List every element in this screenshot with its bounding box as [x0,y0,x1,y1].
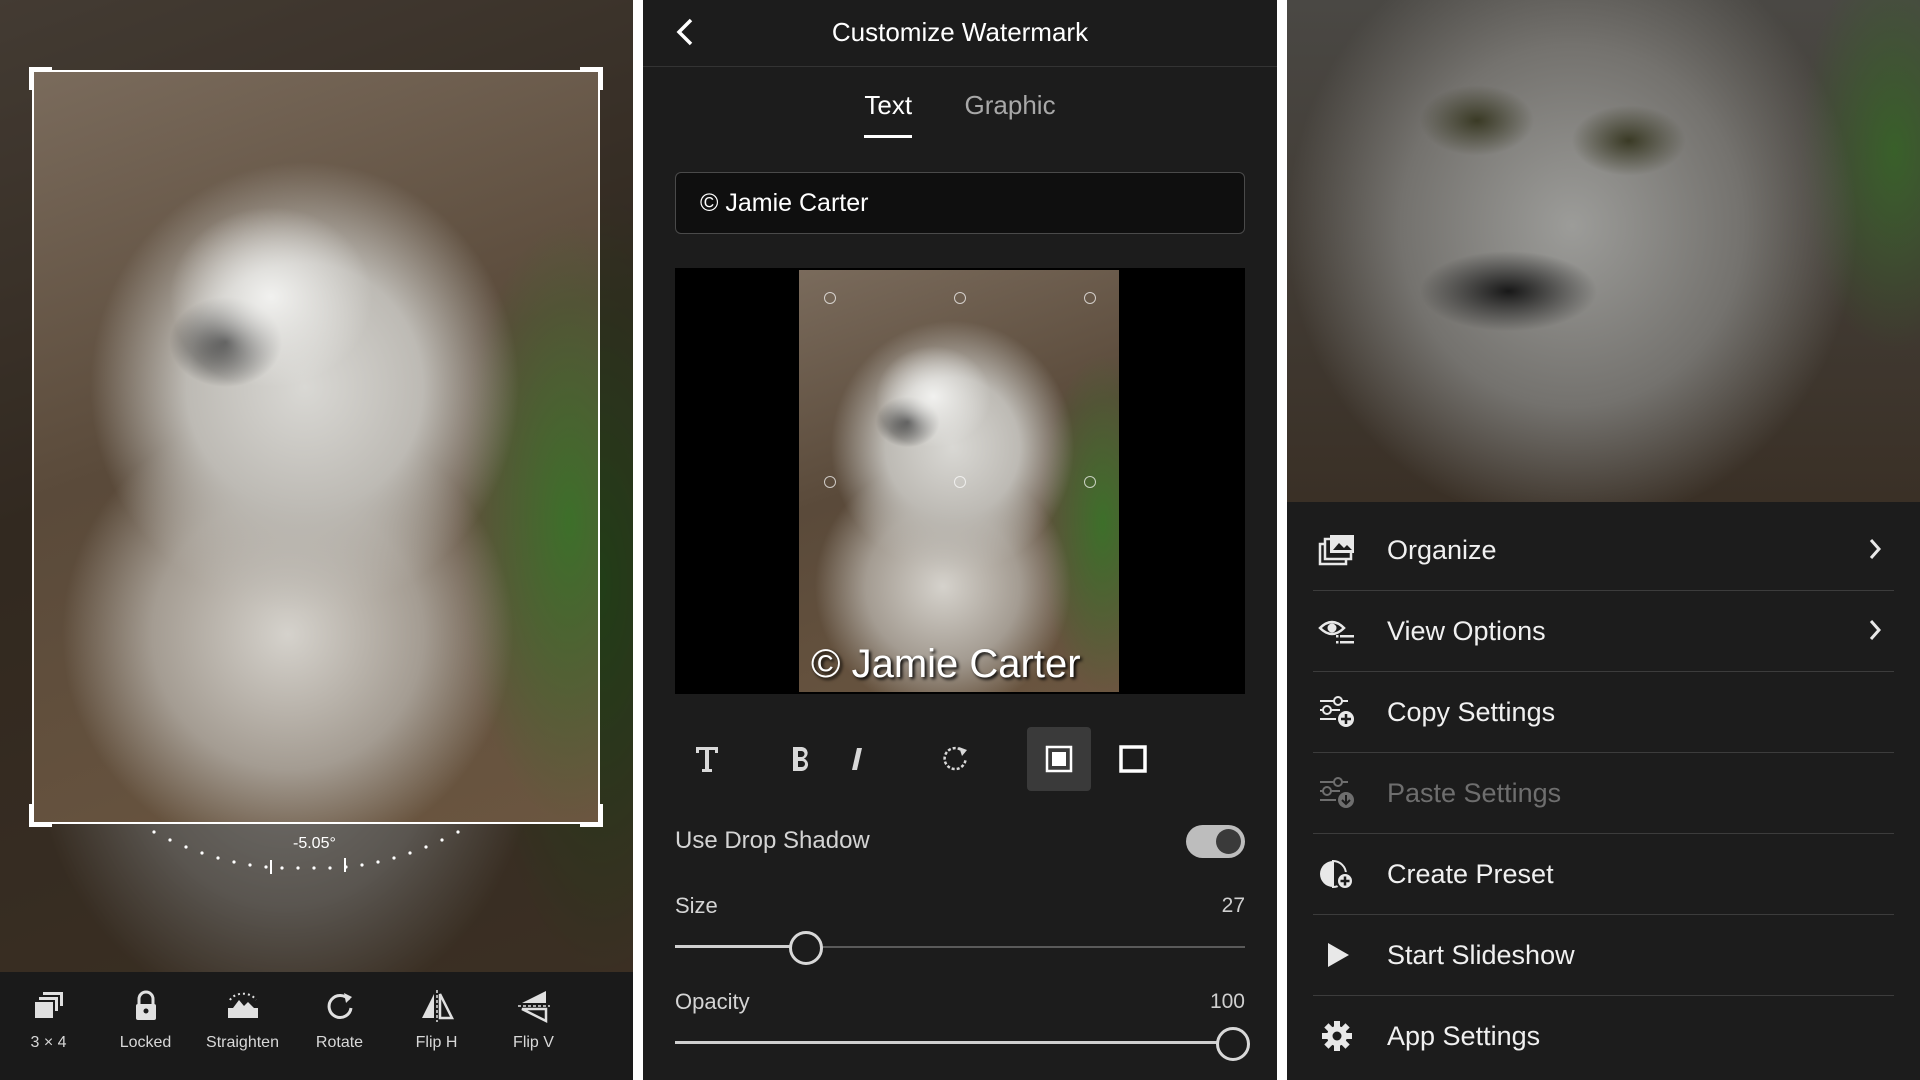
flip-horizontal-button[interactable]: Flip H [388,972,485,1080]
menu-item-label: Organize [1387,534,1497,565]
crop-toolbar: 3 × 4 Locked Straighten Rotate Flip H Fl… [0,972,633,1080]
crop-handle-bottom-right[interactable] [580,804,603,827]
rotate-button[interactable]: Rotate [291,972,388,1080]
format-toolbar [675,727,1245,793]
play-icon [1317,935,1357,975]
angle-readout: -5.05° [293,835,336,852]
menu-item-label: Create Preset [1387,858,1554,889]
lock-button[interactable]: Locked [97,972,194,1080]
slider-thumb[interactable] [1216,1027,1250,1061]
menu-item-create-preset[interactable]: Create Preset [1313,834,1894,915]
opacity-slider[interactable] [675,1023,1250,1063]
tool-label: Rotate [315,1034,364,1051]
position-handle[interactable] [954,476,966,488]
watermark-text-input[interactable] [675,172,1245,234]
tool-label: Locked [119,1034,172,1051]
bold-icon [793,747,809,771]
italic-button[interactable] [825,727,889,791]
text-style-button[interactable] [675,727,739,791]
menu-item-app-settings[interactable]: App Settings [1313,996,1894,1076]
header: Customize Watermark [643,0,1277,67]
menu-item-label: App Settings [1387,1020,1541,1051]
tab-bar: Text Graphic [643,90,1277,138]
rotate-icon [327,993,352,1019]
opacity-value: 100 [1209,990,1245,1013]
lock-icon [135,990,156,1020]
page-title: Customize Watermark [831,17,1089,47]
aspect-ratio-icon [34,992,63,1018]
menu-item-label: Paste Settings [1387,777,1562,808]
tool-label: 3 × 4 [30,1034,67,1051]
position-handle[interactable] [824,476,836,488]
outline-style-button[interactable] [1101,727,1165,791]
watermark-overlay-text: © Jamie Carter [811,642,1081,686]
tool-label: Flip H [415,1034,458,1051]
crop-panel: -5.05° 3 × 4 Locked Straighten Rotate Fl… [0,0,633,1080]
crop-frame[interactable] [29,67,603,827]
create-preset-icon [1317,854,1357,894]
slider-thumb[interactable] [789,931,823,965]
rotate-icon [943,746,967,771]
menu-item-copy-settings[interactable]: Copy Settings [1313,672,1894,753]
straighten-icon [227,992,258,1018]
menu-item-view-options[interactable]: View Options [1313,591,1894,672]
slider-fill [675,1041,1233,1044]
menu-item-organize[interactable]: Organize [1313,510,1894,591]
flip-vertical-button[interactable]: Flip V [485,972,582,1080]
watermark-panel: Customize Watermark Text Graphic © Jamie… [643,0,1277,1080]
inset-style-button[interactable] [1027,727,1091,791]
menu-panel: Organize View Options Copy Settings Past… [1287,0,1920,1080]
outline-box-icon [1119,745,1147,773]
organize-icon [1317,530,1357,570]
text-style-icon [696,747,718,772]
chevron-right-icon [1869,539,1882,559]
opacity-label: Opacity [675,989,750,1014]
crop-handle-top-left[interactable] [29,67,52,90]
position-handle[interactable] [1084,476,1096,488]
menu-item-start-slideshow[interactable]: Start Slideshow [1313,915,1894,996]
menu-item-label: View Options [1387,615,1546,646]
size-value: 27 [1221,894,1245,917]
position-handle[interactable] [1084,292,1096,304]
tab-graphic[interactable]: Graphic [965,90,1056,135]
paste-settings-icon [1317,773,1357,813]
options-menu: Organize View Options Copy Settings Past… [1313,510,1894,1076]
menu-item-paste-settings[interactable]: Paste Settings [1313,753,1894,834]
photo-preview [1287,0,1920,502]
drop-shadow-toggle[interactable] [1186,825,1245,858]
flip-horizontal-icon [421,990,454,1022]
drop-shadow-label: Use Drop Shadow [675,827,870,854]
tool-label: Flip V [513,1034,554,1051]
chevron-right-icon [1869,620,1882,640]
flip-vertical-icon [517,991,550,1024]
view-options-icon [1317,611,1357,651]
position-handle[interactable] [824,292,836,304]
straighten-button[interactable]: Straighten [194,972,291,1080]
rotate-watermark-button[interactable] [923,727,987,791]
watermark-preview: © Jamie Carter [675,268,1245,694]
crop-handle-top-right[interactable] [580,67,603,90]
menu-item-label: Start Slideshow [1387,939,1575,970]
aspect-ratio-button[interactable]: 3 × 4 [0,972,97,1080]
crop-handle-bottom-left[interactable] [29,804,52,827]
size-slider[interactable] [675,927,1245,967]
menu-item-label: Copy Settings [1387,696,1556,727]
bold-button[interactable] [769,727,833,791]
size-label: Size [675,893,718,918]
toggle-knob [1216,829,1241,854]
tab-text[interactable]: Text [864,90,913,138]
gear-icon [1317,1016,1357,1056]
inset-box-icon [1045,745,1073,773]
position-handle[interactable] [954,292,966,304]
slider-fill [675,945,806,948]
italic-icon [852,748,862,770]
tool-label: Straighten [206,1034,279,1051]
copy-settings-icon [1317,692,1357,732]
